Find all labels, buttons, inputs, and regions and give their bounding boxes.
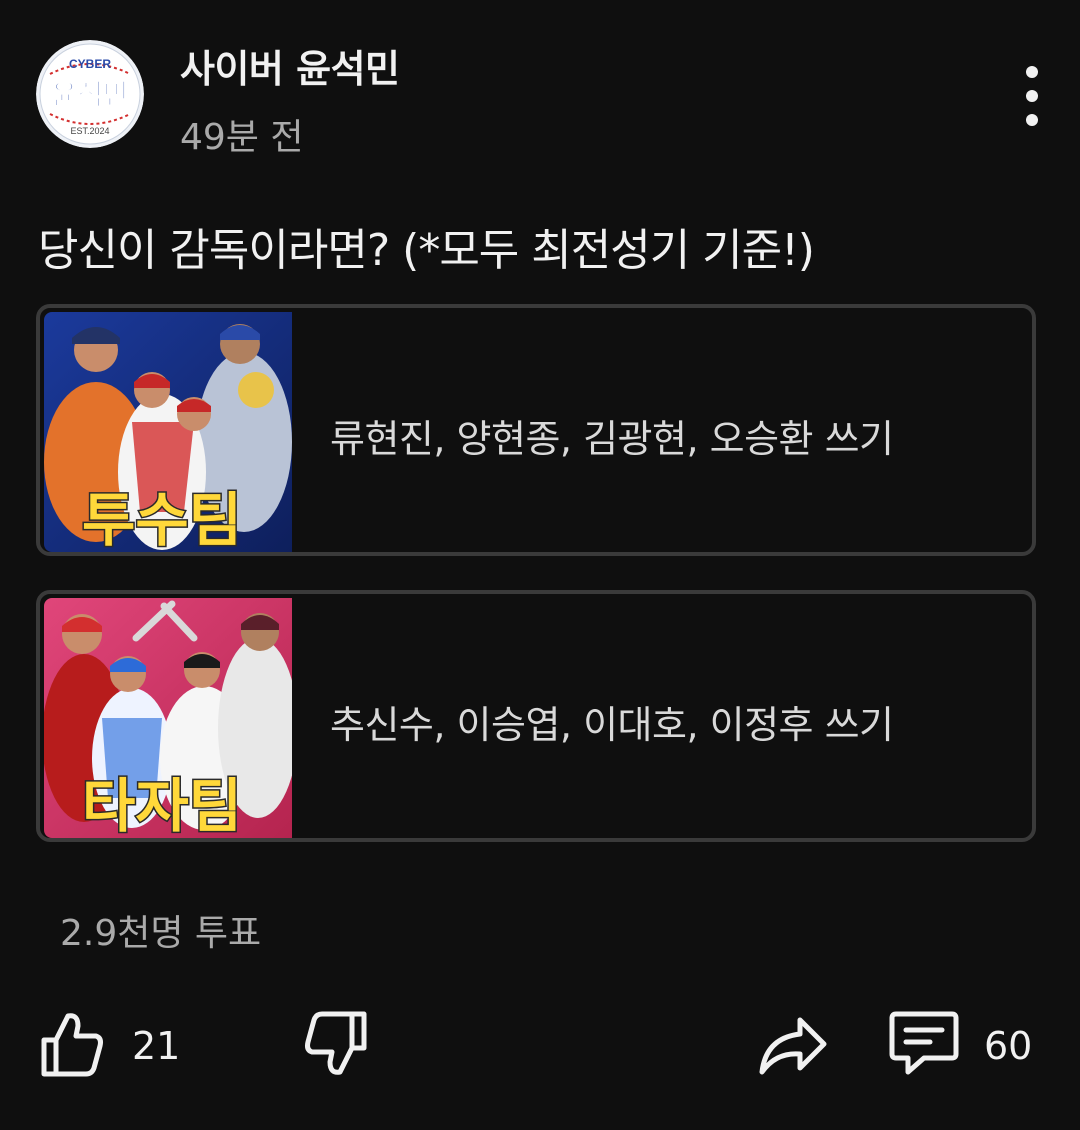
dislike-button[interactable] (302, 1008, 370, 1084)
avatar-bottom-text: EST.2024 (70, 126, 109, 136)
poll-vote-count: 2.9천명 투표 (60, 913, 262, 954)
share-icon (759, 1017, 827, 1075)
thumbs-down-icon (305, 1011, 367, 1075)
poll-option-1-thumbnail: 투수팀 (44, 312, 292, 552)
avatar-top-text: CYBER (69, 57, 111, 71)
poll-question: 당신이 감독이라면? (*모두 최전성기 기준!) (38, 225, 815, 276)
community-post: CYBER 윤석민 EST.2024 사이버 윤석민 49분 전 당신이 감독이… (0, 0, 1080, 1130)
poll-option-1-thumbnail-caption: 투수팀 (82, 486, 242, 552)
poll-option-1[interactable]: 투수팀 류현진, 양현종, 김광현, 오승환 쓰기 (36, 304, 1036, 556)
poll-option-1-label: 류현진, 양현종, 김광현, 오승환 쓰기 (330, 417, 894, 461)
share-button[interactable] (756, 1008, 828, 1084)
avatar-main-text: 윤석민 (51, 78, 128, 111)
comment-button[interactable] (888, 1008, 960, 1084)
poll-option-2-thumbnail: 타자팀 (44, 598, 292, 838)
poll-option-2-thumbnail-caption: 타자팀 (82, 772, 242, 838)
post-time: 49분 전 (180, 117, 304, 158)
more-vert-icon[interactable] (1010, 66, 1054, 126)
channel-avatar[interactable]: CYBER 윤석민 EST.2024 (36, 40, 144, 148)
channel-name[interactable]: 사이버 윤석민 (180, 38, 400, 93)
comment-icon (889, 1011, 959, 1075)
thumbs-up-icon (41, 1013, 103, 1077)
like-count: 21 (132, 1024, 181, 1068)
poll-option-2-label: 추신수, 이승엽, 이대호, 이정후 쓰기 (330, 703, 894, 747)
like-button[interactable] (38, 1008, 106, 1084)
poll-option-2[interactable]: 타자팀 추신수, 이승엽, 이대호, 이정후 쓰기 (36, 590, 1036, 842)
comment-count: 60 (984, 1024, 1033, 1068)
